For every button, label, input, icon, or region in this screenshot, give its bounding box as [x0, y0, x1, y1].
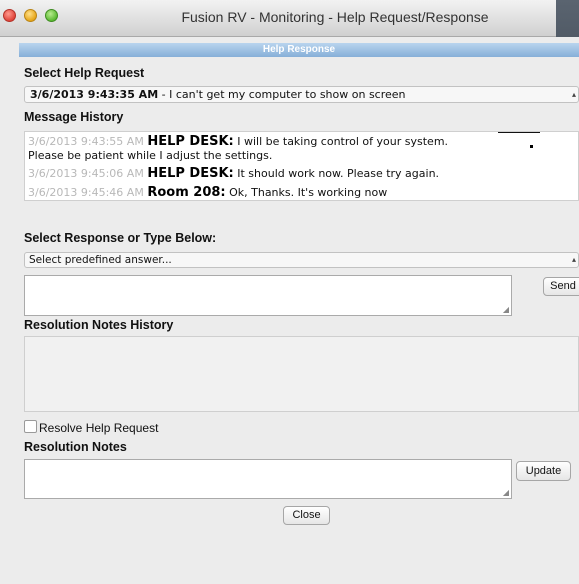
resolution-notes-history-box — [24, 336, 579, 412]
window-content: Help Response Select Help Request 3/6/20… — [0, 37, 579, 584]
resize-grip-icon[interactable]: ◢ — [503, 489, 509, 497]
resolve-help-request-row[interactable]: Resolve Help Request — [24, 420, 158, 435]
select-arrows-icon: ▴▾ — [571, 255, 576, 264]
send-button[interactable]: Send — [543, 277, 579, 296]
message-item: 3/6/2013 9:45:46 AM Room 208: Ok, Thanks… — [28, 185, 387, 200]
minimize-window-icon[interactable] — [24, 9, 37, 22]
message-history-label: Message History — [24, 110, 124, 124]
message-text: I will be taking control of your system. — [233, 135, 449, 148]
update-button[interactable]: Update — [516, 461, 571, 481]
help-request-select[interactable]: 3/6/2013 9:43:35 AM - I can't get my com… — [24, 86, 579, 103]
resolve-help-request-label: Resolve Help Request — [39, 421, 159, 435]
message-sender: HELP DESK: — [147, 134, 234, 149]
resolution-notes-textarea[interactable]: ◢ — [24, 459, 512, 499]
help-response-window: Fusion RV - Monitoring - Help Request/Re… — [0, 0, 579, 584]
message-continuation: Please be patient while I adjust the set… — [28, 149, 272, 162]
predefined-answer-select[interactable]: Select predefined answer... ▴▾ — [24, 252, 579, 268]
close-window-icon[interactable] — [3, 9, 16, 22]
window-title: Fusion RV - Monitoring - Help Request/Re… — [181, 9, 489, 25]
select-help-request-label: Select Help Request — [24, 66, 145, 80]
message-sender: HELP DESK: — [147, 166, 234, 181]
message-timestamp: 3/6/2013 9:45:46 AM — [28, 186, 144, 199]
message-history-list: 3/6/2013 9:43:55 AM HELP DESK: I will be… — [24, 131, 579, 201]
response-textarea[interactable]: ◢ — [24, 275, 512, 316]
resize-grip-icon[interactable]: ◢ — [503, 306, 509, 314]
select-response-label: Select Response or Type Below: — [24, 231, 217, 245]
panel-header: Help Response — [19, 43, 579, 57]
history-marker — [530, 145, 533, 148]
message-item: 3/6/2013 9:45:06 AM HELP DESK: It should… — [28, 166, 439, 181]
message-timestamp: 3/6/2013 9:43:55 AM — [28, 135, 144, 148]
message-text-continuation: Please be patient while I adjust the set… — [28, 149, 273, 162]
select-arrows-icon: ▴▾ — [571, 90, 576, 99]
resolution-notes-label: Resolution Notes — [24, 440, 127, 454]
message-timestamp: 3/6/2013 9:45:06 AM — [28, 167, 144, 180]
help-request-text: - I can't get my computer to show on scr… — [158, 88, 406, 101]
history-scroll-indicator — [498, 132, 540, 133]
maximize-window-icon[interactable] — [45, 9, 58, 22]
resolution-notes-history-label: Resolution Notes History — [24, 318, 174, 332]
predefined-answer-placeholder: Select predefined answer... — [29, 254, 172, 266]
message-text: It should work now. Please try again. — [233, 167, 440, 180]
resolve-help-request-checkbox[interactable] — [24, 420, 37, 433]
message-item: 3/6/2013 9:43:55 AM HELP DESK: I will be… — [28, 134, 448, 149]
message-sender: Room 208: — [147, 185, 226, 200]
help-request-datetime: 3/6/2013 9:43:35 AM — [30, 88, 159, 101]
message-text: Ok, Thanks. It's working now — [225, 186, 388, 199]
close-button[interactable]: Close — [283, 506, 330, 525]
title-bar[interactable]: Fusion RV - Monitoring - Help Request/Re… — [0, 0, 556, 37]
